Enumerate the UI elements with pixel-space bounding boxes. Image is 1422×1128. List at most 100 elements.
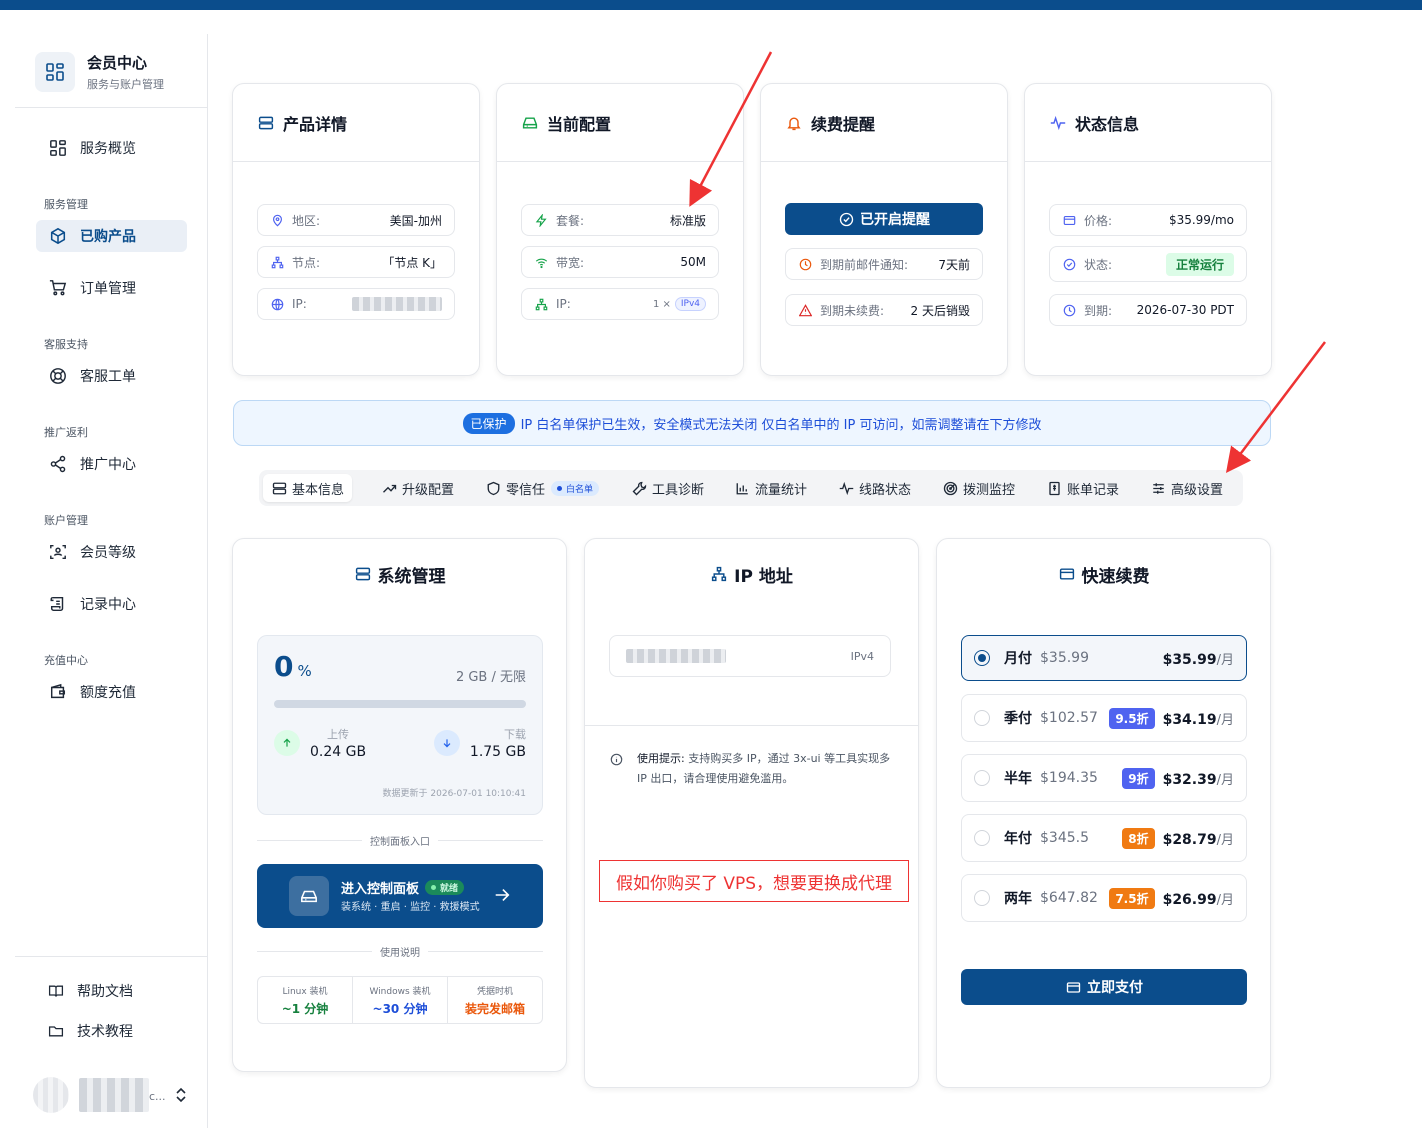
sidebar-item-label: 额度充值 [80, 685, 136, 701]
plan-option-half-year[interactable]: 半年 $194.35 9折 $32.39/月 [961, 754, 1247, 802]
brand-subtitle: 服务与账户管理 [87, 78, 164, 91]
upload-stat: 上传 0.24 GB [274, 726, 366, 760]
globe-icon [270, 297, 284, 311]
plan-option-yearly[interactable]: 年付 $345.5 8折 $28.79/月 [961, 814, 1247, 862]
field-plan: 套餐: 标准版 [521, 204, 719, 236]
check-circle-icon [838, 211, 854, 227]
banner-text: IP 白名单保护已生效，安全模式无法关闭 仅白名单中的 IP 可访问，如需调整请… [520, 417, 1042, 433]
sidebar-item-orders[interactable]: 订单管理 [36, 272, 187, 304]
zap-icon [534, 213, 548, 227]
sidebar-item-promo[interactable]: 推广中心 [36, 448, 187, 480]
sidebar-item-label: 订单管理 [80, 281, 136, 297]
panel-entry-divider: 控制面板入口 [257, 833, 543, 848]
usage-notes-divider: 使用说明 [257, 944, 543, 959]
traffic-usage-box: 0% 2 GB / 无限 上传 0.24 GB 下载 1.75 GB 数据更新于… [257, 635, 543, 815]
tab-traffic[interactable]: 流量统计 [726, 474, 815, 502]
arrow-right-icon [493, 886, 513, 906]
radio[interactable] [974, 770, 990, 786]
scan-face-icon [48, 542, 68, 562]
wallet-icon [48, 682, 68, 702]
sidebar-item-tickets[interactable]: 客服工单 [36, 360, 187, 392]
user-name-suffix: c... [149, 1090, 166, 1103]
sidebar-tutorial-label: 技术教程 [77, 1024, 133, 1040]
cart-icon [48, 278, 68, 298]
tab-probe-monitor[interactable]: 拨测监控 [934, 474, 1023, 502]
sidebar-item-topup[interactable]: 额度充值 [36, 676, 187, 708]
tab-bar: 基本信息 升级配置 零信任 白名单 工具诊断 流量统计 线路状态 拨测监控 账单… [259, 470, 1243, 506]
panel-header: IP 地址 [585, 539, 918, 609]
card-title: 当前配置 [547, 114, 612, 134]
sidebar-item-label: 推广中心 [80, 457, 136, 473]
radio[interactable] [974, 830, 990, 846]
info-icon [609, 752, 623, 766]
status-info-card: 状态信息 价格: $35.99/mo 状态: 正常运行 到期: 2026-07-… [1024, 83, 1272, 376]
top-accent-bar [0, 0, 1422, 10]
tab-advanced-settings[interactable]: 高级设置 [1142, 474, 1231, 502]
trending-up-icon [381, 480, 397, 496]
server-icon [354, 565, 372, 583]
product-details-card: 产品详情 地区: 美国-加州 节点: 「节点 K」 IP: [232, 83, 480, 376]
network-icon [534, 297, 548, 311]
card-header: 状态信息 [1025, 84, 1271, 162]
field-ip-count: IP: 1 × IPv4 [521, 288, 719, 320]
usage-tip: 使用提示: 支持购买多 IP，通过 3x-ui 等工具实现多 IP 出口，请合理… [609, 749, 895, 789]
tab-zero-trust[interactable]: 零信任 白名单 [477, 474, 607, 502]
sidebar-group-referral: 推广返利 [44, 426, 88, 439]
tab-route-status[interactable]: 线路状态 [830, 474, 919, 502]
sliders-icon [1150, 480, 1166, 496]
server-icon [257, 114, 275, 132]
usage-percent: 0% [274, 650, 312, 683]
tab-tools[interactable]: 工具诊断 [623, 474, 712, 502]
sidebar-item-label: 已购产品 [80, 229, 136, 245]
map-pin-icon [270, 213, 284, 227]
enter-control-panel-button[interactable]: 进入控制面板 就绪 装系统 · 重启 · 监控 · 救援模式 [257, 864, 543, 928]
sidebar-item-overview[interactable]: 服务概览 [36, 132, 187, 164]
folder-icon [47, 1022, 65, 1040]
card-header: 当前配置 [497, 84, 743, 162]
card-title: 状态信息 [1075, 114, 1140, 134]
sidebar-tutorial-link[interactable]: 技术教程 [47, 1020, 133, 1042]
ip-address-field[interactable]: IPv4 [609, 635, 891, 677]
pay-now-button[interactable]: 立即支付 [961, 969, 1247, 1005]
reminder-enabled-button[interactable]: 已开启提醒 [785, 203, 983, 235]
shield-icon [485, 480, 501, 496]
credit-card-icon [1065, 979, 1081, 995]
field-node: 节点: 「节点 K」 [257, 246, 455, 278]
plan-option-monthly[interactable]: 月付 $35.99 $35.99/月 [961, 635, 1247, 681]
server-icon [271, 480, 287, 496]
alert-triangle-icon [798, 303, 812, 317]
chevron-up-down-icon[interactable] [173, 1086, 189, 1104]
sidebar-item-level[interactable]: 会员等级 [36, 536, 187, 568]
sidebar-divider [15, 956, 207, 957]
user-menu[interactable]: c... [33, 1074, 193, 1116]
field-ip: IP: [257, 288, 455, 320]
panel-title: 系统管理 [377, 566, 446, 587]
usage-progress-bar [274, 700, 526, 708]
plan-option-two-year[interactable]: 两年 $647.82 7.5折 $26.99/月 [961, 874, 1247, 922]
sidebar-group-recharge: 充值中心 [44, 654, 88, 667]
plan-option-quarterly[interactable]: 季付 $102.57 9.5折 $34.19/月 [961, 694, 1247, 742]
wifi-icon [534, 255, 548, 269]
clock-icon [798, 257, 812, 271]
whitelist-tag: 白名单 [551, 480, 600, 496]
field-notify: 到期前邮件通知: 7天前 [785, 248, 983, 280]
download-stat: 下载 1.75 GB [433, 726, 526, 760]
field-bandwidth: 带宽: 50M [521, 246, 719, 278]
ready-badge: 就绪 [425, 880, 465, 895]
tab-basic-info[interactable]: 基本信息 [263, 474, 353, 502]
panel-title: 快速续费 [1081, 566, 1150, 587]
tab-upgrade[interactable]: 升级配置 [373, 474, 462, 502]
radio[interactable] [974, 890, 990, 906]
tab-bills[interactable]: 账单记录 [1038, 474, 1127, 502]
usage-quota: 2 GB / 无限 [455, 670, 526, 685]
radio-selected[interactable] [974, 650, 990, 666]
brand-title: 会员中心 [87, 54, 148, 72]
sidebar-help-link[interactable]: 帮助文档 [47, 980, 133, 1002]
hard-drive-icon [289, 876, 329, 916]
arrow-up-icon [274, 730, 300, 756]
activity-icon [1049, 114, 1067, 132]
card-header: 续费提醒 [761, 84, 1007, 162]
sidebar-item-records[interactable]: 记录中心 [36, 588, 187, 620]
radio[interactable] [974, 710, 990, 726]
sidebar-item-products[interactable]: 已购产品 [36, 220, 187, 252]
